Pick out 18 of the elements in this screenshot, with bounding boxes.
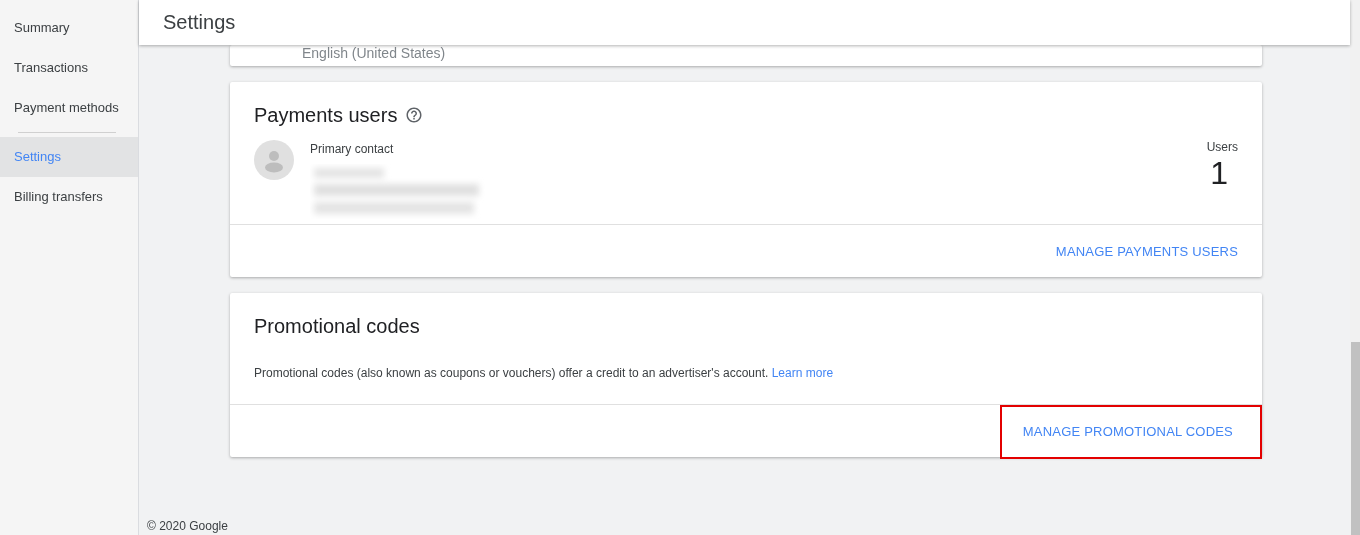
manage-payments-users-button[interactable]: MANAGE PAYMENTS USERS xyxy=(1034,231,1262,271)
users-label: Users xyxy=(1206,140,1238,154)
card-title: Payments users xyxy=(254,103,398,128)
contact-label: Primary contact xyxy=(310,142,395,156)
help-icon[interactable] xyxy=(405,106,424,124)
learn-more-link[interactable]: Learn more xyxy=(771,366,834,380)
sidebar-item[interactable]: Transactions xyxy=(0,48,138,88)
sidebar-item[interactable]: Payment methods xyxy=(0,88,138,128)
copyright-text: © 2020 Google xyxy=(147,519,229,533)
sidebar-item[interactable]: Billing transfers xyxy=(0,177,138,217)
users-count: 1 xyxy=(1210,154,1229,192)
card-title: Promotional codes xyxy=(254,314,421,339)
language-value: English (United States) xyxy=(302,45,446,61)
page-title: Settings xyxy=(163,11,236,34)
sidebar-item[interactable]: Summary xyxy=(0,8,138,48)
card-description: Promotional codes (also known as coupons or vouchers) offer a credit to an advertiser's account. Learn more xyxy=(254,365,835,381)
manage-promotional-codes-button[interactable]: MANAGE PROMOTIONAL CODES xyxy=(999,404,1262,459)
avatar-icon xyxy=(254,140,294,180)
